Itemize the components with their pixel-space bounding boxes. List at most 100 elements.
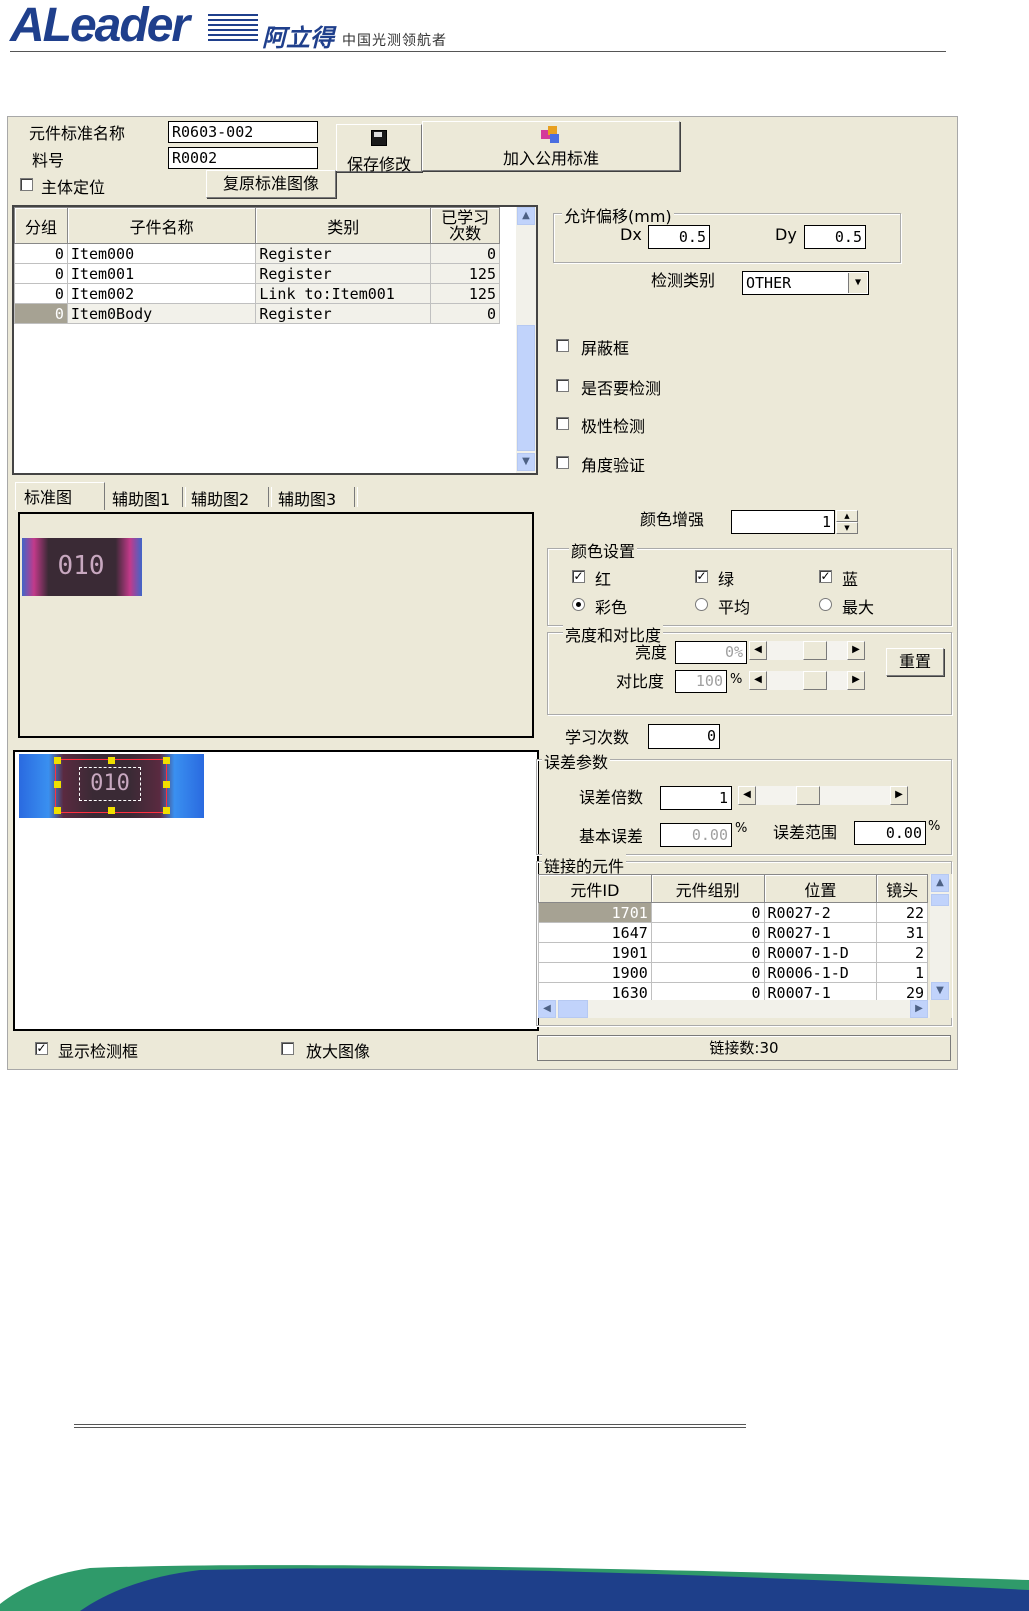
polarity-detect-checkbox[interactable] xyxy=(556,417,569,430)
restore-standard-image-button[interactable]: 复原标准图像 xyxy=(206,170,336,198)
scroll-up-arrow-icon[interactable]: ▲ xyxy=(517,207,535,225)
need-detect-checkbox[interactable] xyxy=(556,379,569,392)
base-error-input[interactable]: 0.00 xyxy=(660,823,732,847)
show-detection-box-checkbox[interactable]: ✓ xyxy=(35,1042,48,1055)
resize-handle[interactable] xyxy=(54,781,61,788)
part-no-label: 料号 xyxy=(32,151,65,170)
contrast-input[interactable]: 100 xyxy=(675,670,727,693)
scroll-down-arrow-icon[interactable]: ▼ xyxy=(931,982,949,1000)
standard-image-panel: 010 xyxy=(18,512,534,738)
enlarge-image-checkbox[interactable] xyxy=(281,1042,294,1055)
scroll-right-arrow-icon[interactable]: ▶ xyxy=(910,1000,928,1018)
part-no-input[interactable]: R0002 xyxy=(168,147,318,169)
contrast-slider[interactable]: ◀ ▶ xyxy=(749,671,865,690)
max-mode-radio[interactable] xyxy=(819,598,832,611)
blue-checkbox[interactable]: ✓ xyxy=(819,570,832,583)
color-enhance-input[interactable]: 1 xyxy=(731,510,835,534)
col-group-header[interactable]: 分组 xyxy=(14,207,68,244)
main-locate-checkbox[interactable] xyxy=(20,178,33,191)
slider-thumb[interactable] xyxy=(803,641,827,660)
table-row-selected[interactable]: 1701 0 R0027-2 22 xyxy=(538,902,928,923)
col-learned-header[interactable]: 已学习 次数 xyxy=(430,207,500,244)
error-multiplier-input[interactable]: 1 xyxy=(660,786,732,810)
resize-handle[interactable] xyxy=(108,807,115,814)
error-params-title: 误差参数 xyxy=(542,749,611,773)
resize-handle[interactable] xyxy=(54,757,61,764)
error-multiplier-slider[interactable]: ◀ ▶ xyxy=(738,786,908,805)
brightness-slider[interactable]: ◀ ▶ xyxy=(749,641,865,660)
colorful-cubes-icon xyxy=(541,126,561,144)
table-row[interactable]: 0 Item001 Register 125 xyxy=(14,263,500,284)
floppy-save-icon xyxy=(371,130,387,146)
scroll-left-arrow-icon[interactable]: ◀ xyxy=(538,1000,556,1018)
green-checkbox[interactable]: ✓ xyxy=(695,570,708,583)
slider-left-arrow-icon[interactable]: ◀ xyxy=(749,641,767,660)
detection-component-image[interactable]: 010 xyxy=(19,754,204,818)
scroll-up-arrow-icon[interactable]: ▲ xyxy=(931,874,949,892)
tab-aux-image-3[interactable]: 辅助图3 xyxy=(278,486,336,510)
footer-wave-blue xyxy=(80,1568,1029,1611)
tab-aux-image-1[interactable]: 辅助图1 xyxy=(112,486,170,510)
reset-button[interactable]: 重置 xyxy=(886,648,944,676)
slider-right-arrow-icon[interactable]: ▶ xyxy=(847,641,865,660)
add-public-standard-button[interactable]: 加入公用标准 xyxy=(422,121,680,171)
angle-verify-checkbox[interactable] xyxy=(556,456,569,469)
table-row[interactable]: 1647 0 R0027-1 31 xyxy=(538,922,928,943)
save-button[interactable]: 保存修改 xyxy=(336,124,422,174)
col-component-group-header[interactable]: 元件组别 xyxy=(650,874,765,903)
color-mode-radio[interactable] xyxy=(572,598,585,611)
average-mode-radio[interactable] xyxy=(695,598,708,611)
cell-count: 125 xyxy=(430,283,500,304)
learn-count-input[interactable]: 0 xyxy=(648,724,720,749)
spin-down-icon[interactable]: ▼ xyxy=(836,522,858,534)
green-label: 绿 xyxy=(718,570,735,589)
resize-handle[interactable] xyxy=(108,757,115,764)
resize-handle[interactable] xyxy=(163,781,170,788)
tab-aux-image-2[interactable]: 辅助图2 xyxy=(191,486,249,510)
scrollbar-thumb[interactable] xyxy=(517,325,535,451)
scrollbar-thumb[interactable] xyxy=(931,894,949,906)
scrollbar-thumb[interactable] xyxy=(558,1000,588,1018)
detect-type-select[interactable]: OTHER ▼ xyxy=(742,271,869,295)
linked-vertical-scrollbar[interactable]: ▲ ▼ xyxy=(930,874,950,1000)
slider-right-arrow-icon[interactable]: ▶ xyxy=(847,671,865,690)
table-row[interactable]: 1900 0 R0006-1-D 1 xyxy=(538,962,928,983)
dx-input[interactable]: 0.5 xyxy=(648,225,710,249)
table-row[interactable]: 0 Item002 Link to:Item001 125 xyxy=(14,283,500,304)
slider-left-arrow-icon[interactable]: ◀ xyxy=(749,671,767,690)
table-row[interactable]: 1901 0 R0007-1-D 2 xyxy=(538,942,928,963)
tab-separator xyxy=(182,487,186,507)
mask-box-checkbox[interactable] xyxy=(556,339,569,352)
dy-input[interactable]: 0.5 xyxy=(804,225,866,249)
col-position-header[interactable]: 位置 xyxy=(763,874,878,903)
spin-up-icon[interactable]: ▲ xyxy=(836,510,858,522)
col-type-header[interactable]: 类别 xyxy=(255,207,432,244)
col-lens-header[interactable]: 镜头 xyxy=(876,874,928,903)
resize-handle[interactable] xyxy=(163,757,170,764)
col-name-header[interactable]: 子件名称 xyxy=(66,207,257,244)
col-component-id-header[interactable]: 元件ID xyxy=(538,874,652,903)
link-count-status: 链接数:30 xyxy=(537,1035,951,1061)
scroll-down-arrow-icon[interactable]: ▼ xyxy=(517,453,535,471)
table-row-selected[interactable]: 0 Item0Body Register 0 xyxy=(14,303,500,324)
resize-handle[interactable] xyxy=(54,807,61,814)
slider-right-arrow-icon[interactable]: ▶ xyxy=(890,786,908,805)
tab-standard-image[interactable]: 标准图 xyxy=(24,484,72,508)
red-checkbox[interactable]: ✓ xyxy=(572,570,585,583)
linked-horizontal-scrollbar[interactable]: ◀ ▶ xyxy=(538,1000,930,1018)
resize-handle[interactable] xyxy=(163,807,170,814)
chevron-down-icon[interactable]: ▼ xyxy=(848,273,867,293)
table-row[interactable]: 0 Item000 Register 0 xyxy=(14,243,500,264)
slider-left-arrow-icon[interactable]: ◀ xyxy=(738,786,756,805)
std-name-input[interactable]: R0603-002 xyxy=(168,121,318,143)
learn-count-label: 学习次数 xyxy=(565,728,630,747)
brightness-input[interactable]: 0% xyxy=(675,641,747,664)
chip-label: 010 xyxy=(57,551,105,581)
color-enhance-spinner[interactable]: ▲ ▼ xyxy=(836,510,858,534)
error-range-input[interactable]: 0.00 xyxy=(854,821,926,845)
cell-id: 1900 xyxy=(538,962,652,983)
slider-thumb[interactable] xyxy=(796,786,820,805)
cell-lens: 22 xyxy=(876,902,928,923)
slider-thumb[interactable] xyxy=(803,671,827,690)
items-vertical-scrollbar[interactable]: ▲ ▼ xyxy=(516,207,536,473)
